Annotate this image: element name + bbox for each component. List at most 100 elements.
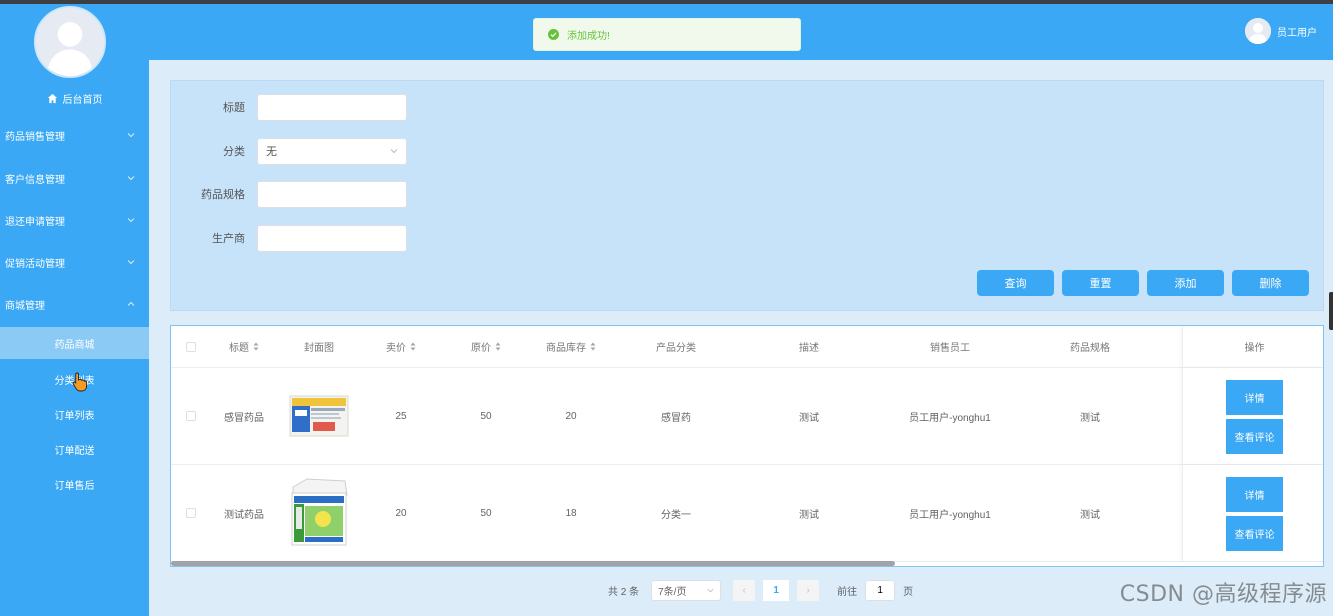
- product-cover-image[interactable]: [287, 477, 351, 549]
- detail-button[interactable]: 详情: [1226, 477, 1283, 512]
- sidebar-group-label: 商城管理: [5, 300, 45, 312]
- sidebar-group-label: 药品销售管理: [5, 131, 65, 143]
- sidebar-item-drug-mall[interactable]: 药品商城: [0, 327, 149, 359]
- watermark: CSDN @高级程序源: [1119, 582, 1327, 607]
- row-checkbox[interactable]: [186, 411, 196, 421]
- chevron-down-icon: [127, 260, 135, 265]
- cell-staff: 员工用户-yonghu1: [909, 412, 991, 424]
- col-orig-price-label: 原价: [471, 343, 491, 354]
- category-select[interactable]: 无: [257, 137, 407, 165]
- sidebar-item-label: 订单售后: [54, 480, 95, 492]
- maker-filter-row: 生产商: [171, 224, 571, 252]
- col-category-label: 产品分类: [656, 343, 696, 354]
- cell-stock: 20: [565, 410, 577, 422]
- col-orig-price[interactable]: 原价: [441, 326, 531, 367]
- page-size-select[interactable]: 7条/页: [651, 579, 722, 601]
- success-toast: 添加成功!: [533, 18, 801, 51]
- col-category: 产品分类: [611, 326, 741, 367]
- sidebar-group-returns[interactable]: 退还申请管理: [0, 206, 149, 234]
- query-button[interactable]: 查询: [977, 270, 1054, 296]
- title-filter-input[interactable]: [257, 93, 407, 121]
- add-button[interactable]: 添加: [1147, 270, 1224, 296]
- col-spec-label: 药品规格: [1070, 343, 1110, 354]
- page-size-value: 7条/页: [658, 586, 687, 598]
- sidebar-item-order-list[interactable]: 订单列表: [0, 398, 149, 430]
- product-table: 标题 封面图 卖价 原价 商品库存 产品分类 描述 销售员工 药品规格 操作 感…: [170, 325, 1324, 567]
- chevron-down-icon: [127, 218, 135, 223]
- maker-filter-input[interactable]: [257, 224, 407, 252]
- sidebar-item-category-list[interactable]: 分类列表: [0, 363, 149, 395]
- col-title[interactable]: 标题: [211, 326, 277, 367]
- sidebar-group-drug-sales[interactable]: 药品销售管理: [0, 121, 149, 149]
- cell-cover: [277, 465, 361, 561]
- detail-button[interactable]: 详情: [1226, 380, 1283, 415]
- col-price-label: 卖价: [386, 343, 406, 354]
- spec-filter-input[interactable]: [257, 180, 407, 208]
- chevron-down-icon: [127, 176, 135, 181]
- cell-ops: 详情 查看评论: [1182, 368, 1323, 464]
- col-staff: 销售员工: [877, 326, 1023, 367]
- sidebar: 后台首页 药品销售管理 客户信息管理 退还申请管理 促销活动管理 商城管理 药品…: [0, 4, 149, 616]
- reset-button[interactable]: 重置: [1062, 270, 1139, 296]
- sidebar-home-link[interactable]: 后台首页: [0, 88, 149, 108]
- col-desc: 描述: [741, 326, 877, 367]
- sidebar-home-label: 后台首页: [62, 94, 103, 106]
- cell-category: 感冒药: [661, 412, 691, 424]
- view-comments-button[interactable]: 查看评论: [1226, 516, 1283, 551]
- select-all-cell: [171, 326, 211, 367]
- chevron-up-icon: [127, 301, 135, 306]
- pagination-total: 共 2 条: [608, 586, 640, 598]
- cell-spec: 测试: [1080, 509, 1100, 521]
- table-row: 感冒药品 25 50 20 感冒药 测试 员工用户-yonghu1 测试 详情 …: [171, 368, 1323, 465]
- sort-icon: [590, 342, 596, 351]
- chevron-down-icon: [707, 588, 714, 592]
- col-price[interactable]: 卖价: [361, 326, 441, 367]
- cell-spec: 测试: [1080, 412, 1100, 424]
- view-comments-button[interactable]: 查看评论: [1226, 419, 1283, 454]
- col-stock[interactable]: 商品库存: [531, 326, 611, 367]
- cell-orig-price: 50: [480, 507, 492, 519]
- row-checkbox[interactable]: [186, 508, 196, 518]
- sidebar-group-label: 促销活动管理: [5, 258, 65, 270]
- cell-desc: 测试: [799, 412, 819, 424]
- delete-button[interactable]: 删除: [1232, 270, 1309, 296]
- sort-icon: [410, 342, 416, 351]
- sidebar-group-promotions[interactable]: 促销活动管理: [0, 248, 149, 276]
- category-filter-row: 分类 无: [171, 137, 571, 165]
- row-select-cell: [171, 465, 211, 561]
- sidebar-item-label: 分类列表: [54, 375, 95, 387]
- sidebar-group-customer-info[interactable]: 客户信息管理: [0, 164, 149, 192]
- sidebar-item-label: 订单列表: [54, 410, 95, 422]
- table-horizontal-scrollbar[interactable]: [171, 561, 895, 566]
- prev-page-button[interactable]: ‹: [733, 579, 756, 601]
- home-icon: [47, 93, 57, 103]
- cell-price: 20: [395, 507, 407, 519]
- pagination: 共 2 条 7条/页 ‹ 1 › 前往 页: [608, 579, 913, 601]
- next-page-button[interactable]: ›: [797, 579, 820, 601]
- user-menu[interactable]: 员工用户: [1245, 16, 1317, 46]
- cell-price: 25: [395, 410, 407, 422]
- chevron-down-icon: [127, 133, 135, 138]
- sidebar-item-label: 订单配送: [54, 445, 95, 457]
- sidebar-group-mall[interactable]: 商城管理: [0, 290, 149, 318]
- title-filter-row: 标题: [171, 93, 571, 121]
- sort-icon: [495, 342, 501, 351]
- category-select-value: 无: [266, 146, 277, 158]
- page-number-1[interactable]: 1: [763, 579, 790, 601]
- search-panel: 标题 分类 无 药品规格 生产商 查询 重置 添加 删除: [170, 80, 1324, 311]
- col-stock-label: 商品库存: [546, 343, 586, 354]
- sidebar-group-label: 退还申请管理: [5, 216, 65, 228]
- select-all-checkbox[interactable]: [186, 341, 196, 352]
- col-cover-label: 封面图: [304, 343, 334, 354]
- cell-category: 分类一: [661, 509, 691, 521]
- col-desc-label: 描述: [799, 343, 819, 354]
- product-cover-image[interactable]: [289, 394, 349, 438]
- user-avatar: [1245, 18, 1271, 44]
- cell-desc: 测试: [799, 509, 819, 521]
- window-edge-handle: [1329, 292, 1333, 330]
- sidebar-item-after-sales[interactable]: 订单售后: [0, 468, 149, 500]
- table-header: 标题 封面图 卖价 原价 商品库存 产品分类 描述 销售员工 药品规格 操作: [171, 326, 1323, 368]
- col-title-label: 标题: [229, 343, 249, 354]
- sidebar-item-order-delivery[interactable]: 订单配送: [0, 433, 149, 465]
- goto-page-input[interactable]: [865, 579, 896, 601]
